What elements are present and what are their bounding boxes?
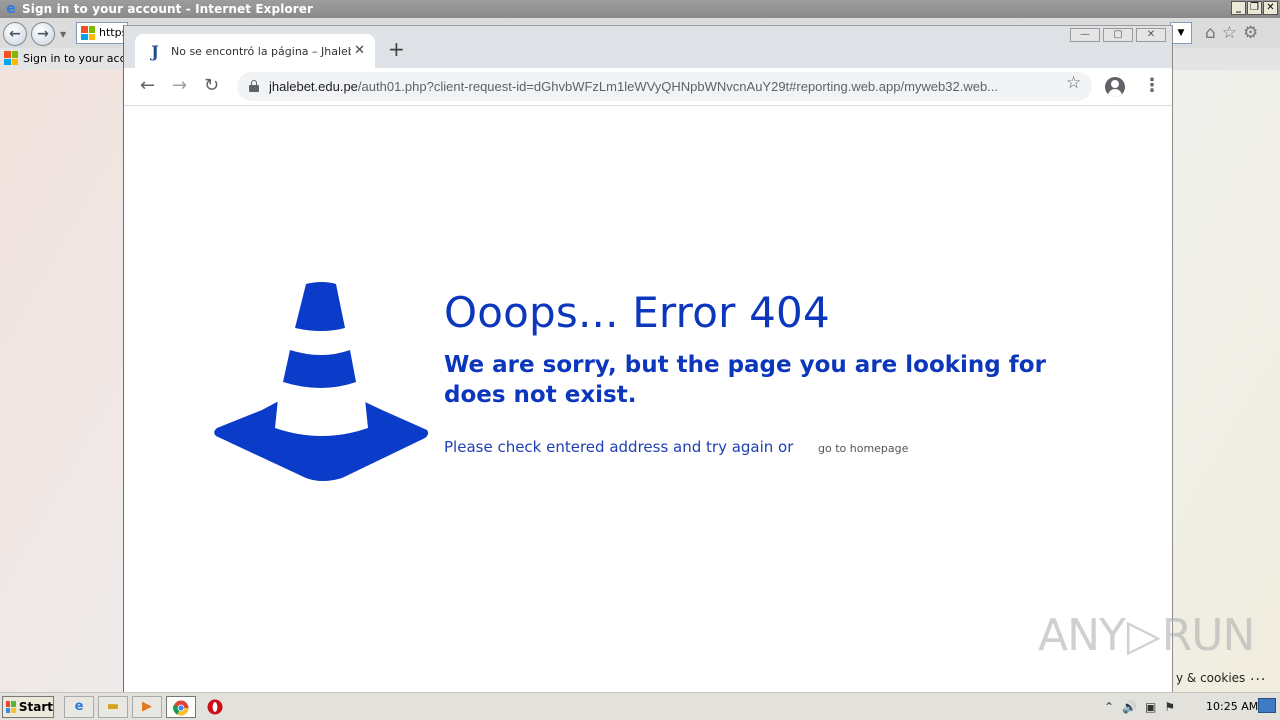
ie-titlebar: e Sign in to your account - Internet Exp… [0,0,1280,18]
error-subtitle: We are sorry, but the page you are looki… [444,352,1046,408]
chrome-toolbar: ← → ↻ jhalebet.edu.pe/auth01.php?client-… [124,68,1172,106]
forward-icon[interactable]: → [172,76,187,96]
action-center-flag-icon[interactable]: ⚑ [1164,700,1175,714]
back-icon[interactable]: ← [3,22,27,46]
profile-icon[interactable] [1105,77,1125,97]
traffic-cone-icon [214,282,429,481]
forward-icon[interactable]: → [31,22,55,46]
anyrun-watermark: ANY▷RUN [1038,610,1256,661]
volume-icon[interactable]: 🔊 [1122,700,1137,714]
menu-icon[interactable]: ⋮ [1143,76,1161,96]
refresh-icon[interactable]: ↻ [204,76,219,96]
clock[interactable]: 10:25 AM [1206,700,1258,713]
system-tray: ⌃ 🔊 ▣ ⚑ [1104,696,1175,718]
chrome-tab-strip: J No se encontró la página – Jhalebet ✕ … [124,26,1172,68]
ie-window-controls: _ ❐ ✕ [1231,1,1278,15]
new-tab-plus-icon[interactable]: + [388,39,405,59]
url-host: jhalebet.edu.pe [269,79,358,94]
go-to-homepage-link[interactable]: go to homepage [818,442,908,455]
start-button[interactable]: Start [2,696,54,718]
show-desktop-button[interactable] [1258,698,1276,713]
chrome-window: J No se encontró la página – Jhalebet ✕ … [123,25,1173,692]
close-button[interactable]: ✕ [1136,28,1166,42]
more-options-icon[interactable]: ... [1250,668,1266,684]
ie-taskbar-icon[interactable]: e [64,696,94,718]
ie-address-bar[interactable]: https [76,22,128,44]
error-instructions: Please check entered address and try aga… [444,438,794,456]
ie-toolbar-icons: ⌂ ☆ ⚙ [1205,24,1258,42]
minimize-button[interactable]: — [1070,28,1100,42]
chrome-tab-active[interactable]: J No se encontró la página – Jhalebet ✕ [135,34,375,68]
close-button[interactable]: ✕ [1263,1,1278,15]
watermark-left: ANY [1038,610,1126,661]
bookmark-star-icon[interactable]: ☆ [1066,73,1081,93]
minimize-button[interactable]: _ [1231,1,1246,15]
ie-window-title: Sign in to your account - Internet Explo… [22,2,314,16]
watermark-right: RUN [1161,610,1256,661]
url-path: /auth01.php?client-request-id=dGhvbWFzLm… [357,79,999,94]
start-label: Start [18,700,53,714]
chrome-taskbar-icon[interactable] [166,696,196,718]
ie-icon: e [6,1,16,17]
show-hidden-icons-icon[interactable]: ⌃ [1104,700,1114,714]
network-icon[interactable]: ▣ [1145,700,1156,714]
history-dropdown-icon[interactable]: ▼ [60,30,66,39]
media-player-icon[interactable]: ▶ [132,696,162,718]
explorer-icon[interactable]: ▬ [98,696,128,718]
page-content: Ooops... Error 404 We are sorry, but the… [124,106,1172,692]
url-text[interactable]: jhalebet.edu.pe/auth01.php?client-reques… [269,79,1054,94]
lock-icon[interactable] [249,80,259,92]
favorites-star-icon[interactable]: ☆ [1222,24,1237,42]
chrome-icon [173,700,189,716]
microsoft-logo-icon [4,51,18,65]
chrome-window-controls: — ▢ ✕ [1070,28,1166,42]
restore-button[interactable]: ❐ [1247,1,1262,15]
opera-icon[interactable] [200,696,230,718]
error-title: Ooops... Error 404 [444,288,830,337]
windows-flag-icon [6,701,16,713]
site-favicon-icon: J [151,41,159,61]
address-bar[interactable]: jhalebet.edu.pe/auth01.php?client-reques… [237,72,1092,101]
close-tab-icon[interactable]: ✕ [354,43,365,58]
tab-title: No se encontró la página – Jhalebet [171,44,351,58]
ie-tab[interactable]: Sign in to your acco [4,51,132,65]
home-icon[interactable]: ⌂ [1205,24,1216,42]
address-dropdown-icon[interactable]: ▼ [1170,22,1192,44]
play-icon: ▷ [1126,610,1161,661]
taskbar: Start e ▬ ▶ ⌃ 🔊 ▣ ⚑ 10:25 AM [0,692,1280,720]
microsoft-logo-icon [81,26,95,40]
ie-tab-title: Sign in to your acco [23,51,133,65]
privacy-cookies-link[interactable]: y & cookies [1176,671,1245,685]
maximize-button[interactable]: ▢ [1103,28,1133,42]
gear-icon[interactable]: ⚙ [1243,24,1258,42]
back-icon[interactable]: ← [140,76,155,96]
opera-logo-icon [207,699,223,715]
